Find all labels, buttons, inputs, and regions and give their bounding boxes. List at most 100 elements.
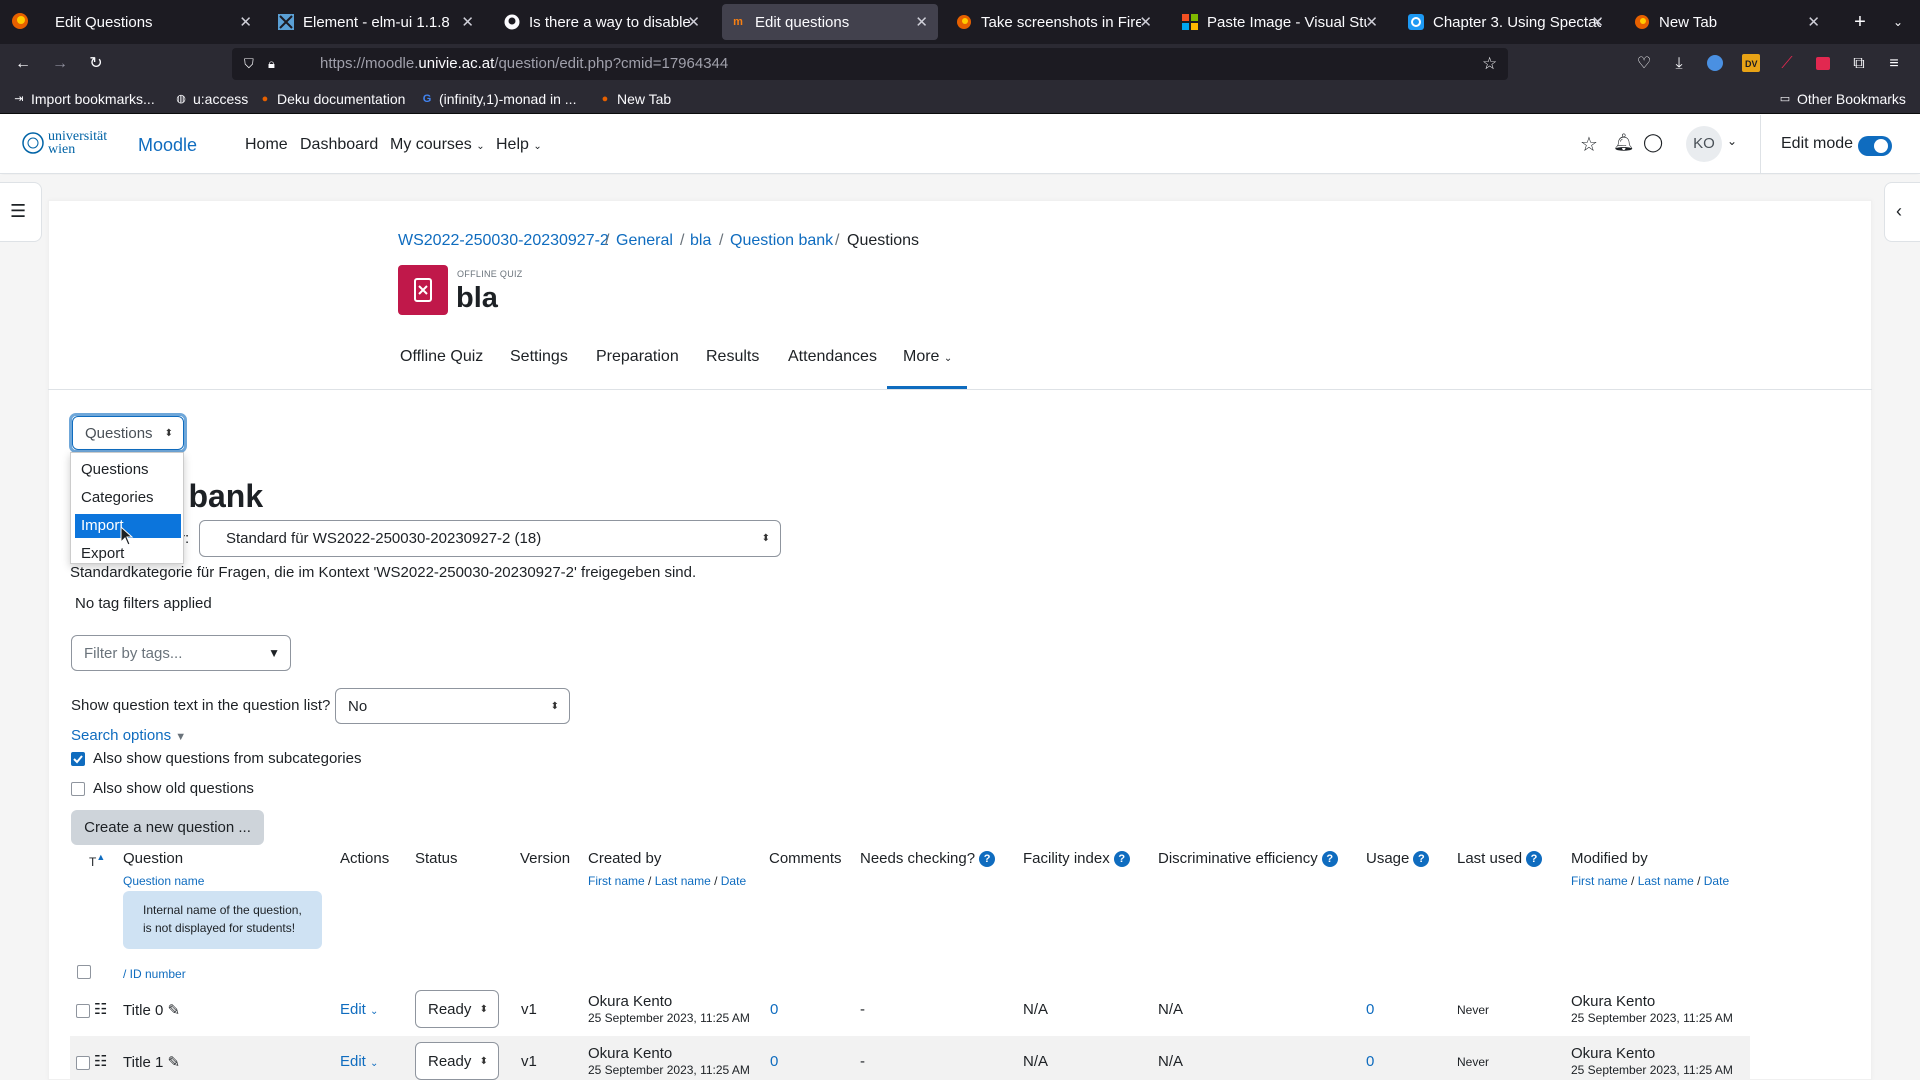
- edit-menu[interactable]: Edit ⌄: [340, 1053, 378, 1070]
- edit-menu[interactable]: Edit ⌄: [340, 1001, 378, 1018]
- extension-dv-icon[interactable]: DV: [1741, 54, 1761, 74]
- tab-new-tab[interactable]: New Tab ✕: [1626, 0, 1830, 44]
- univie-logo[interactable]: universität wien: [22, 130, 116, 160]
- star-icon[interactable]: ☆: [1580, 132, 1598, 157]
- subcategories-checkbox[interactable]: [71, 752, 85, 766]
- extension-red-icon[interactable]: [1813, 54, 1833, 74]
- sort-id-number[interactable]: / ID number: [123, 967, 186, 981]
- bookmark-import[interactable]: ⇥ Import bookmarks...: [12, 91, 154, 107]
- downloads-icon[interactable]: ⤓: [1669, 54, 1689, 74]
- sort-last-name[interactable]: Last name: [1638, 874, 1694, 888]
- question-bank-nav-select[interactable]: Questions ⬍: [72, 416, 184, 450]
- edit-mode-toggle[interactable]: [1858, 136, 1892, 156]
- moodle-brand[interactable]: Moodle: [138, 135, 197, 156]
- pencil-icon[interactable]: ✎: [167, 1054, 180, 1071]
- tab-offline-quiz[interactable]: Offline Quiz: [400, 348, 483, 366]
- option-questions[interactable]: Questions: [75, 458, 181, 482]
- pencil-icon[interactable]: ✎: [167, 1002, 180, 1019]
- sort-type-header[interactable]: T▲: [89, 852, 105, 869]
- create-new-question-button[interactable]: Create a new question ...: [71, 810, 264, 845]
- close-icon[interactable]: ✕: [461, 13, 474, 31]
- tab-results[interactable]: Results: [706, 348, 759, 366]
- tab-edit-questions-1[interactable]: Edit Questions ✕: [40, 0, 262, 44]
- extensions-puzzle-icon[interactable]: ⧉: [1849, 54, 1869, 74]
- sort-date[interactable]: Date: [721, 874, 746, 888]
- nav-dashboard[interactable]: Dashboard: [300, 136, 378, 154]
- option-categories[interactable]: Categories: [75, 486, 181, 510]
- tab-edit-questions-active[interactable]: m Edit questions ✕: [722, 4, 938, 40]
- user-menu-chevron-icon[interactable]: ⌄: [1727, 134, 1737, 148]
- sort-first-name[interactable]: First name: [1571, 874, 1628, 888]
- tab-firefox-screenshots[interactable]: Take screenshots in Firefox✕: [948, 0, 1162, 44]
- close-icon[interactable]: ✕: [239, 13, 252, 31]
- block-drawer-toggle[interactable]: ‹: [1884, 182, 1920, 242]
- extension-blue-icon[interactable]: [1705, 54, 1725, 74]
- bookmark-deku[interactable]: ● Deku documentation: [258, 91, 406, 107]
- close-icon[interactable]: ✕: [1139, 13, 1152, 31]
- breadcrumb-question-bank[interactable]: Question bank: [730, 232, 833, 250]
- usage-link[interactable]: 0: [1366, 1001, 1374, 1018]
- reload-icon[interactable]: ↻: [86, 54, 106, 74]
- status-select[interactable]: Ready ⬍: [415, 990, 499, 1028]
- breadcrumb-course[interactable]: WS2022-250030-20230927-2: [398, 232, 609, 250]
- close-icon[interactable]: ✕: [687, 13, 700, 31]
- tab-elm-ui[interactable]: Element - elm-ui 1.1.8 ✕: [270, 0, 484, 44]
- tab-preparation[interactable]: Preparation: [596, 348, 679, 366]
- help-icon[interactable]: ?: [1321, 851, 1338, 867]
- hamburger-menu-icon[interactable]: ≡: [1884, 54, 1904, 74]
- comments-link[interactable]: 0: [770, 1001, 778, 1018]
- tab-more[interactable]: More ⌄: [903, 348, 952, 366]
- help-icon[interactable]: ?: [1526, 851, 1543, 867]
- tab-vscode[interactable]: Paste Image - Visual Studio✕: [1174, 0, 1388, 44]
- nav-help[interactable]: Help ⌄: [496, 136, 542, 154]
- tab-attendances[interactable]: Attendances: [788, 348, 877, 366]
- bookmark-monad[interactable]: G (infinity,1)-monad in ...: [420, 91, 577, 107]
- usage-link[interactable]: 0: [1366, 1053, 1374, 1070]
- avatar[interactable]: KO: [1686, 126, 1722, 162]
- firefox-menu-icon[interactable]: [10, 12, 30, 32]
- sort-date[interactable]: Date: [1704, 874, 1729, 888]
- breadcrumb-bla[interactable]: bla: [690, 232, 711, 250]
- bookmark-uaccess[interactable]: ◍ u:access: [174, 91, 248, 107]
- bookmark-star-icon[interactable]: ☆: [1482, 48, 1497, 80]
- category-select[interactable]: Standard für WS2022-250030-20230927-2 (1…: [199, 520, 781, 557]
- close-icon[interactable]: ✕: [1807, 13, 1820, 31]
- tag-filter-input[interactable]: Filter by tags... ▼: [71, 635, 291, 671]
- forward-arrow-icon[interactable]: →: [50, 54, 70, 74]
- sort-last-name[interactable]: Last name: [655, 874, 711, 888]
- tab-github[interactable]: Is there a way to disable Im✕: [496, 0, 710, 44]
- extension-slash-icon[interactable]: ⟋: [1777, 54, 1797, 74]
- comments-link[interactable]: 0: [770, 1053, 778, 1070]
- bell-icon[interactable]: 🔔︎: [1613, 133, 1635, 153]
- breadcrumb-general[interactable]: General: [616, 232, 673, 250]
- lock-icon[interactable]: 🔒︎: [268, 48, 275, 80]
- tab-settings[interactable]: Settings: [510, 348, 568, 366]
- status-select[interactable]: Ready ⬍: [415, 1042, 499, 1080]
- nav-my-courses[interactable]: My courses ⌄: [390, 136, 485, 154]
- tab-spectacle[interactable]: Chapter 3. Using Spectacle ✕: [1400, 0, 1614, 44]
- nav-home[interactable]: Home: [245, 136, 288, 154]
- course-index-toggle[interactable]: ☰: [0, 182, 42, 242]
- list-all-tabs-icon[interactable]: ⌄: [1888, 12, 1908, 32]
- close-icon[interactable]: ✕: [1591, 13, 1604, 31]
- old-questions-checkbox[interactable]: [71, 782, 85, 796]
- show-question-text-select[interactable]: No ⬍: [335, 688, 570, 724]
- close-icon[interactable]: ✕: [1365, 13, 1378, 31]
- new-tab-plus-icon[interactable]: +: [1850, 12, 1870, 32]
- pocket-icon[interactable]: ♡: [1634, 54, 1654, 74]
- back-arrow-icon[interactable]: ←: [13, 54, 33, 74]
- help-icon[interactable]: ?: [979, 851, 996, 867]
- help-icon[interactable]: ?: [1113, 851, 1130, 867]
- row-checkbox[interactable]: [76, 1004, 90, 1018]
- select-all-checkbox[interactable]: [77, 965, 91, 979]
- shield-icon[interactable]: ⛉: [244, 48, 254, 80]
- sort-question-name[interactable]: Question name: [123, 874, 204, 888]
- messages-icon[interactable]: ◯: [1643, 132, 1663, 153]
- search-options-toggle[interactable]: Search options ▼: [71, 727, 186, 744]
- help-icon[interactable]: ?: [1413, 851, 1430, 867]
- close-icon[interactable]: ✕: [915, 13, 928, 31]
- row-checkbox[interactable]: [76, 1056, 90, 1070]
- bookmark-new-tab[interactable]: ● New Tab: [598, 91, 672, 107]
- sort-first-name[interactable]: First name: [588, 874, 645, 888]
- url-bar[interactable]: ⛉ 🔒︎ https://moodle.univie.ac.at/questio…: [232, 48, 1508, 80]
